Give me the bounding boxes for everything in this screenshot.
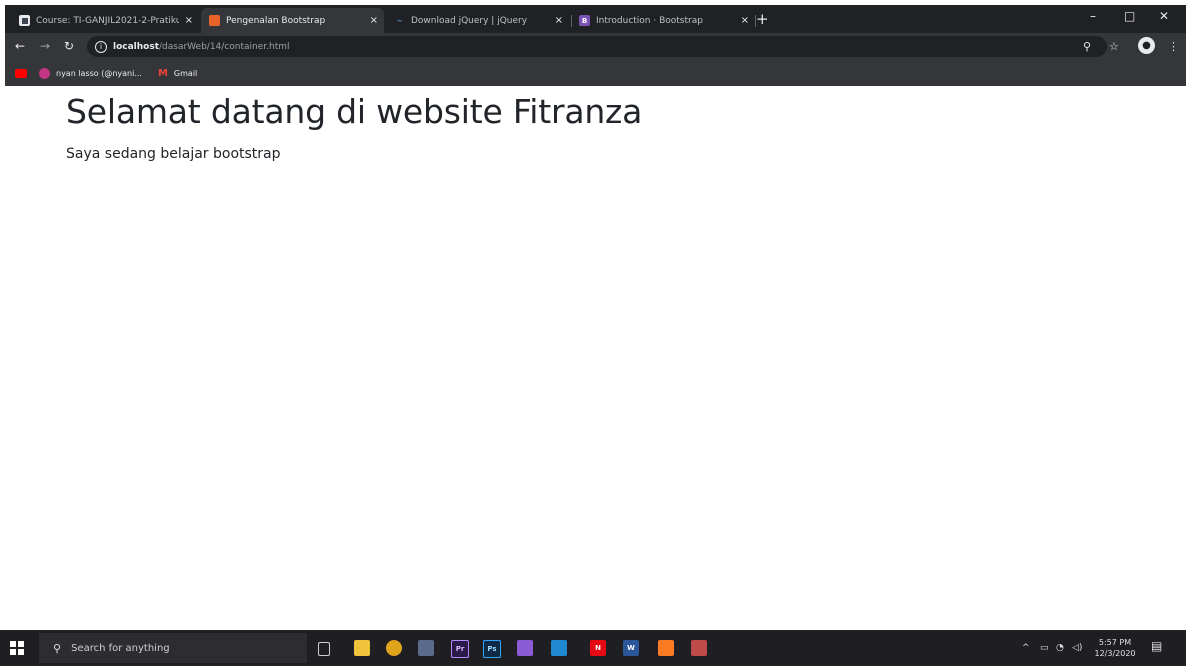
- bookmark-label: nyan lasso (@nyani...: [56, 68, 142, 78]
- tab-bootstrap-intro[interactable]: B Introduction · Bootstrap ×: [571, 8, 755, 33]
- menu-icon[interactable]: ⋮: [1168, 40, 1179, 53]
- battery-icon[interactable]: ▭: [1040, 643, 1049, 653]
- gmail-icon: M: [157, 67, 168, 79]
- address-host: localhost: [113, 41, 160, 52]
- youtube-icon: [15, 68, 27, 78]
- html-file-icon: [209, 15, 220, 26]
- volume-icon[interactable]: ◁): [1072, 643, 1082, 653]
- netflix-icon[interactable]: N: [590, 640, 606, 656]
- browser-toolbar: ← → ↻ i localhost /dasarWeb/14/container…: [5, 33, 1186, 60]
- profile-avatar[interactable]: ●: [1138, 37, 1155, 54]
- snipping-tool-icon[interactable]: [691, 640, 707, 656]
- tab-course[interactable]: Course: TI-GANJIL2021-2-Pratiku ×: [11, 8, 199, 33]
- bookmarks-bar: nyan lasso (@nyani... M Gmail: [5, 60, 1186, 86]
- bookmark-gmail[interactable]: M Gmail: [158, 68, 197, 79]
- tab-title: Course: TI-GANJIL2021-2-Pratiku: [36, 15, 179, 26]
- xampp-icon[interactable]: [658, 640, 674, 656]
- zoom-icon[interactable]: ⚲: [1083, 40, 1091, 53]
- premiere-icon[interactable]: Pr: [451, 640, 469, 658]
- task-view-icon[interactable]: [318, 642, 330, 656]
- clock-date: 12/3/2020: [1094, 649, 1136, 658]
- photoshop-icon[interactable]: Ps: [483, 640, 501, 658]
- browser-window: Course: TI-GANJIL2021-2-Pratiku × Pengen…: [5, 5, 1186, 86]
- chevron-up-icon[interactable]: ^: [1022, 643, 1030, 653]
- bookmark-label: Gmail: [173, 68, 198, 78]
- moodle-icon: [19, 15, 30, 26]
- search-placeholder: Search for anything: [71, 642, 170, 654]
- page-title: Selamat datang di website Fitranza: [66, 92, 643, 131]
- site-info-icon[interactable]: i: [95, 40, 107, 53]
- page-lead-text: Saya sedang belajar bootstrap: [66, 146, 281, 162]
- notification-icon[interactable]: ▤: [1151, 639, 1167, 655]
- taskbar: ⚲ Search for anything Pr Ps N W ^ ▭ ◔ ◁) 5:…: [0, 630, 1186, 666]
- new-tab-icon[interactable]: +: [756, 10, 769, 28]
- word-icon[interactable]: W: [623, 640, 639, 656]
- windows-start-icon[interactable]: [10, 641, 24, 655]
- close-icon[interactable]: ×: [741, 15, 749, 26]
- tab-title: Introduction · Bootstrap: [596, 15, 703, 26]
- tab-pengenalan-bootstrap[interactable]: Pengenalan Bootstrap ×: [201, 8, 384, 33]
- vscode-icon[interactable]: [551, 640, 567, 656]
- bookmark-instagram[interactable]: nyan lasso (@nyani...: [39, 67, 142, 79]
- address-bar[interactable]: i localhost /dasarWeb/14/container.html: [87, 36, 1107, 57]
- bootstrap-icon: B: [579, 15, 590, 26]
- search-icon: ⚲: [53, 641, 62, 655]
- clock-time: 5:57 PM: [1098, 638, 1132, 647]
- bookmark-youtube[interactable]: [15, 68, 33, 78]
- app-icon[interactable]: [418, 640, 434, 656]
- address-path: /dasarWeb/14/container.html: [159, 41, 290, 52]
- tab-title: Pengenalan Bootstrap: [226, 15, 326, 26]
- taskbar-search[interactable]: ⚲ Search for anything: [39, 633, 307, 663]
- tab-bar: Course: TI-GANJIL2021-2-Pratiku × Pengen…: [5, 5, 1186, 33]
- forward-icon[interactable]: →: [40, 39, 50, 53]
- close-window-icon[interactable]: ✕: [1159, 9, 1169, 23]
- reload-icon[interactable]: ↻: [64, 39, 74, 53]
- jquery-icon: ~: [396, 16, 403, 25]
- close-icon[interactable]: ×: [370, 15, 378, 26]
- star-icon[interactable]: ☆: [1109, 40, 1119, 53]
- tab-title: Download jQuery | jQuery: [411, 15, 528, 26]
- back-icon[interactable]: ←: [15, 39, 25, 53]
- close-icon[interactable]: ×: [185, 15, 193, 26]
- file-explorer-icon[interactable]: [354, 640, 370, 656]
- clock[interactable]: 5:57 PM 12/3/2020: [1094, 637, 1136, 659]
- wifi-icon[interactable]: ◔: [1056, 643, 1064, 653]
- minimize-icon[interactable]: –: [1090, 9, 1096, 23]
- maximize-icon[interactable]: □: [1124, 9, 1135, 23]
- visual-studio-icon[interactable]: [517, 640, 533, 656]
- close-icon[interactable]: ×: [555, 15, 563, 26]
- tab-jquery[interactable]: ~ Download jQuery | jQuery ×: [386, 8, 569, 33]
- chrome-icon[interactable]: [386, 640, 402, 656]
- instagram-icon: [39, 67, 50, 79]
